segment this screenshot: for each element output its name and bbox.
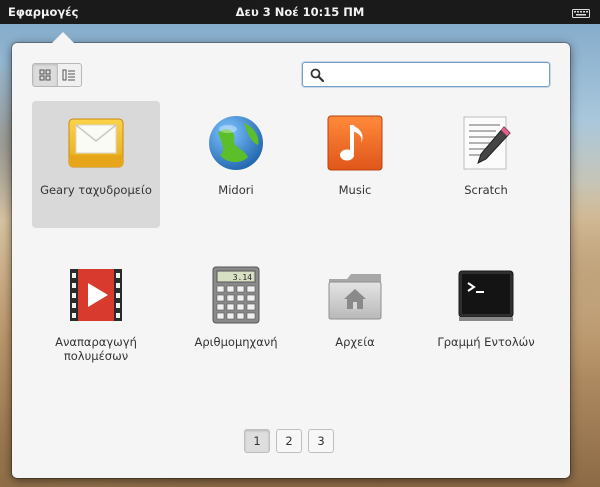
- music-note-icon: [325, 113, 385, 173]
- popover-arrow: [52, 32, 74, 43]
- app-music[interactable]: Music: [291, 101, 419, 228]
- app-terminal[interactable]: Γραμμή Εντολών: [422, 253, 550, 380]
- app-scratch[interactable]: Scratch: [422, 101, 550, 228]
- search-field[interactable]: [302, 62, 550, 87]
- app-geary[interactable]: Geary ταχυδρομείο: [32, 101, 160, 228]
- app-midori[interactable]: Midori: [172, 101, 300, 228]
- top-panel: Εφαρμογές Δευ 3 Νοέ 10:15 ΠΜ: [0, 0, 600, 24]
- keyboard-icon[interactable]: [572, 7, 590, 18]
- app-label: Midori: [218, 183, 254, 197]
- app-label: Music: [338, 183, 372, 197]
- search-input[interactable]: [329, 65, 543, 85]
- page-button-3[interactable]: 3: [308, 429, 334, 453]
- calculator-display: 3.14: [233, 273, 252, 282]
- app-label: Αριθμομηχανή: [194, 335, 278, 349]
- page-button-1[interactable]: 1: [244, 429, 270, 453]
- calculator-icon: 3.14: [206, 265, 266, 325]
- app-label: Αναπαραγωγή πολυμέσων: [55, 335, 137, 363]
- web-browser-icon: [206, 113, 266, 173]
- page-button-2[interactable]: 2: [276, 429, 302, 453]
- view-mode-toggle[interactable]: [32, 63, 82, 87]
- home-folder-icon: [325, 265, 385, 325]
- application-launcher: Geary ταχυδρομείο Midori Music Scratch Α…: [12, 32, 570, 478]
- app-calculator[interactable]: 3.14 Αριθμομηχανή: [172, 253, 300, 380]
- app-label: Αρχεία: [335, 335, 375, 349]
- category-view-icon[interactable]: [56, 64, 82, 86]
- grid-view-icon[interactable]: [33, 64, 57, 86]
- app-label: Γραμμή Εντολών: [437, 335, 535, 349]
- app-files[interactable]: Αρχεία: [291, 253, 419, 380]
- mail-icon: [66, 113, 126, 173]
- search-icon: [310, 67, 325, 86]
- app-label: Geary ταχυδρομείο: [40, 183, 152, 197]
- clock[interactable]: Δευ 3 Νοέ 10:15 ΠΜ: [0, 5, 600, 19]
- video-player-icon: [66, 265, 126, 325]
- app-label: Scratch: [464, 183, 508, 197]
- terminal-icon: [456, 265, 516, 325]
- app-media-player[interactable]: Αναπαραγωγή πολυμέσων: [32, 253, 160, 380]
- text-editor-icon: [456, 113, 516, 173]
- page-switcher: 1 2 3: [244, 429, 334, 453]
